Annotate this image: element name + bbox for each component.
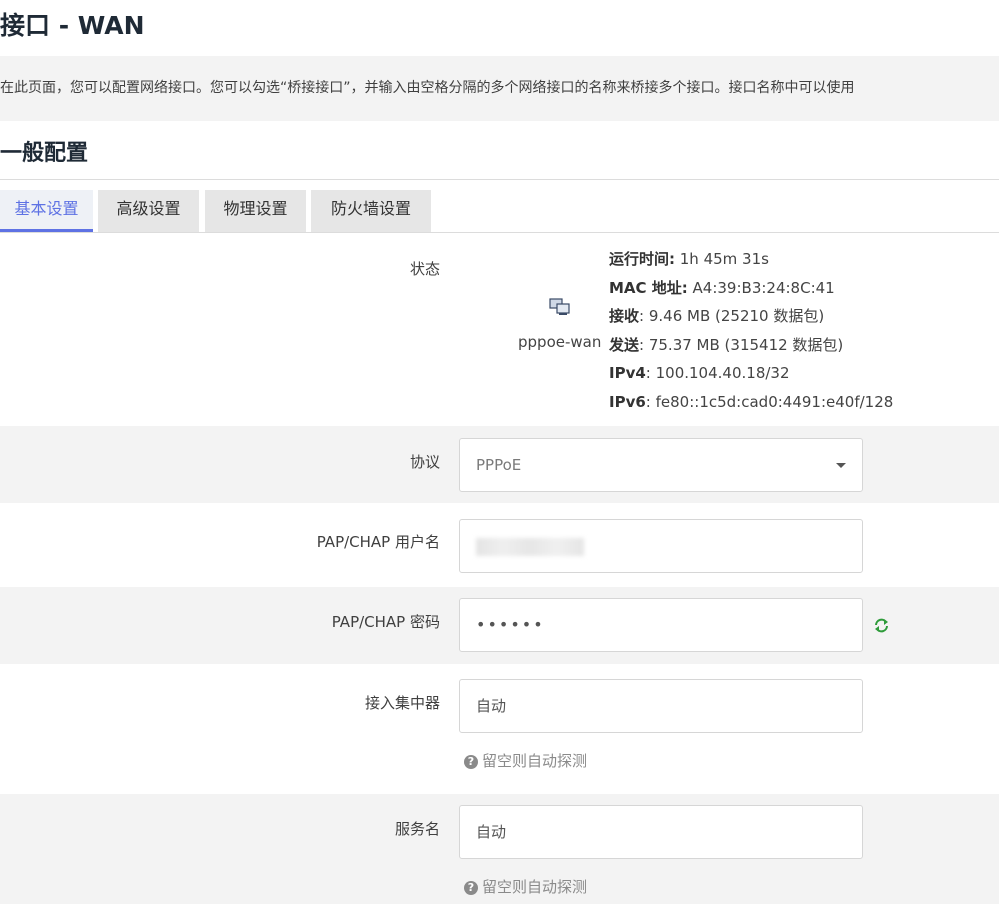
- service-input[interactable]: 自动: [459, 805, 863, 859]
- interface-name: pppoe-wan: [518, 333, 602, 351]
- tab-advanced-settings[interactable]: 高级设置: [98, 190, 199, 232]
- password-label: PAP/CHAP 密码: [331, 613, 440, 631]
- protocol-select[interactable]: PPPoE: [459, 438, 863, 492]
- mac-key: MAC 地址:: [609, 278, 688, 297]
- username-label: PAP/CHAP 用户名: [316, 533, 440, 551]
- rx-key: 接收: [609, 307, 640, 325]
- page-description: 在此页面，您可以配置网络接口。您可以勾选“桥接接口”，并输入由空格分隔的多个网络…: [0, 56, 999, 121]
- network-interface-icon: [549, 298, 571, 316]
- concentrator-hint-text: 留空则自动探测: [482, 752, 588, 770]
- status-info: 运行时间: 1h 45m 31s MAC 地址: A4:39:B3:24:8C:…: [609, 245, 893, 416]
- password-input[interactable]: ••••••: [459, 598, 863, 652]
- rx-value: : 9.46 MB (25210 数据包): [639, 307, 825, 325]
- tab-physical-settings[interactable]: 物理设置: [205, 190, 306, 232]
- service-label: 服务名: [394, 820, 440, 838]
- ipv6-value: : fe80::1c5d:cad0:4491:e40f/128: [645, 392, 894, 411]
- ipv6-line: IPv6: fe80::1c5d:cad0:4491:e40f/128: [609, 388, 893, 417]
- tx-value: : 75.37 MB (315412 数据包): [639, 335, 844, 354]
- rx-line: 接收: 9.46 MB (25210 数据包): [609, 302, 893, 331]
- concentrator-value: 自动: [476, 697, 507, 715]
- uptime-key: 运行时间:: [609, 250, 675, 268]
- mac-value: A4:39:B3:24:8C:41: [687, 278, 835, 297]
- uptime-line: 运行时间: 1h 45m 31s: [609, 245, 893, 274]
- section-divider: [0, 179, 999, 180]
- help-icon: ?: [464, 881, 478, 895]
- protocol-label: 协议: [409, 453, 440, 471]
- section-title: 一般配置: [0, 141, 89, 166]
- concentrator-input[interactable]: 自动: [459, 679, 863, 733]
- service-hint: ? 留空则自动探测: [464, 876, 587, 897]
- mac-line: MAC 地址: A4:39:B3:24:8C:41: [609, 274, 893, 303]
- uptime-value: 1h 45m 31s: [675, 250, 769, 268]
- redacted-username: [476, 538, 584, 556]
- help-icon: ?: [464, 755, 478, 769]
- ipv4-value: : 100.104.40.18/32: [645, 364, 790, 382]
- tx-key: 发送: [609, 335, 640, 354]
- concentrator-label: 接入集中器: [364, 694, 440, 712]
- username-input[interactable]: [459, 519, 863, 573]
- concentrator-hint: ? 留空则自动探测: [464, 750, 587, 771]
- service-hint-text: 留空则自动探测: [482, 878, 588, 896]
- page-title: 接口 - WAN: [0, 11, 145, 40]
- chevron-down-icon: [836, 463, 846, 468]
- tx-line: 发送: 75.37 MB (315412 数据包): [609, 331, 893, 360]
- tab-firewall-settings[interactable]: 防火墙设置: [311, 190, 431, 232]
- status-label: 状态: [409, 260, 440, 278]
- ipv6-key: IPv6: [609, 392, 646, 411]
- password-value: ••••••: [476, 615, 545, 634]
- service-value: 自动: [476, 823, 507, 841]
- ipv4-line: IPv4: 100.104.40.18/32: [609, 359, 893, 388]
- refresh-reveal-icon[interactable]: [873, 617, 890, 634]
- ipv4-key: IPv4: [609, 364, 646, 382]
- protocol-selected-value: PPPoE: [476, 456, 522, 474]
- tab-basic-settings[interactable]: 基本设置: [0, 190, 93, 232]
